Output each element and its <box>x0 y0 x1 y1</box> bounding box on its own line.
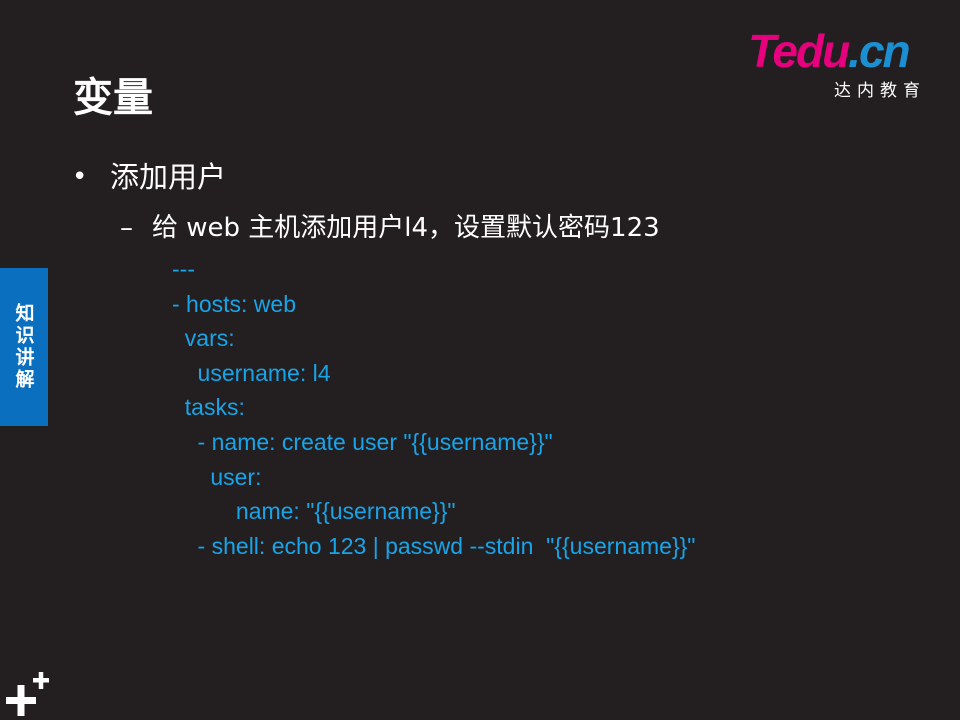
logo-wordmark: Tedu.cn <box>748 25 911 77</box>
code-line: vars: <box>172 325 235 352</box>
logo-subtitle: 达内教育 <box>834 81 926 101</box>
code-block: --- - hosts: web vars: username: l4 task… <box>172 252 695 563</box>
plus-icon <box>6 672 52 716</box>
bullet-text: 添加用户 <box>110 160 227 194</box>
logo-brand-main: Tedu <box>748 25 850 77</box>
sub-bullet-text: 给 web 主机添加用户l4，设置默认密码123 <box>152 213 660 243</box>
side-tab: 知识讲解 <box>0 268 48 426</box>
bullet-item: • 添加用户 <box>72 158 226 196</box>
sub-bullet-item: – 给 web 主机添加用户l4，设置默认密码123 <box>120 210 660 246</box>
slide-title: 变量 <box>73 75 153 121</box>
code-line: --- <box>172 256 195 282</box>
code-line: - shell: echo 123 | passwd --stdin "{{us… <box>172 532 696 559</box>
code-line: - name: create user "{{username}}" <box>172 428 553 455</box>
logo-brand-suffix: .cn <box>848 25 910 77</box>
code-line: username: l4 <box>172 359 331 386</box>
plus-icon-graphic <box>6 672 49 716</box>
code-line: user: <box>172 463 262 490</box>
code-line: tasks: <box>172 394 245 421</box>
bullet-dot-icon: • <box>72 162 88 192</box>
slide: Tedu.cn 达内教育 变量 • 添加用户 – 给 web 主机添加用户l4，… <box>0 0 960 720</box>
side-tab-label: 知识讲解 <box>12 303 35 391</box>
code-line: - hosts: web <box>172 290 296 317</box>
dash-icon: – <box>120 213 133 243</box>
tedu-logo: Tedu.cn 达内教育 <box>748 25 938 101</box>
code-line: name: "{{username}}" <box>172 498 456 525</box>
